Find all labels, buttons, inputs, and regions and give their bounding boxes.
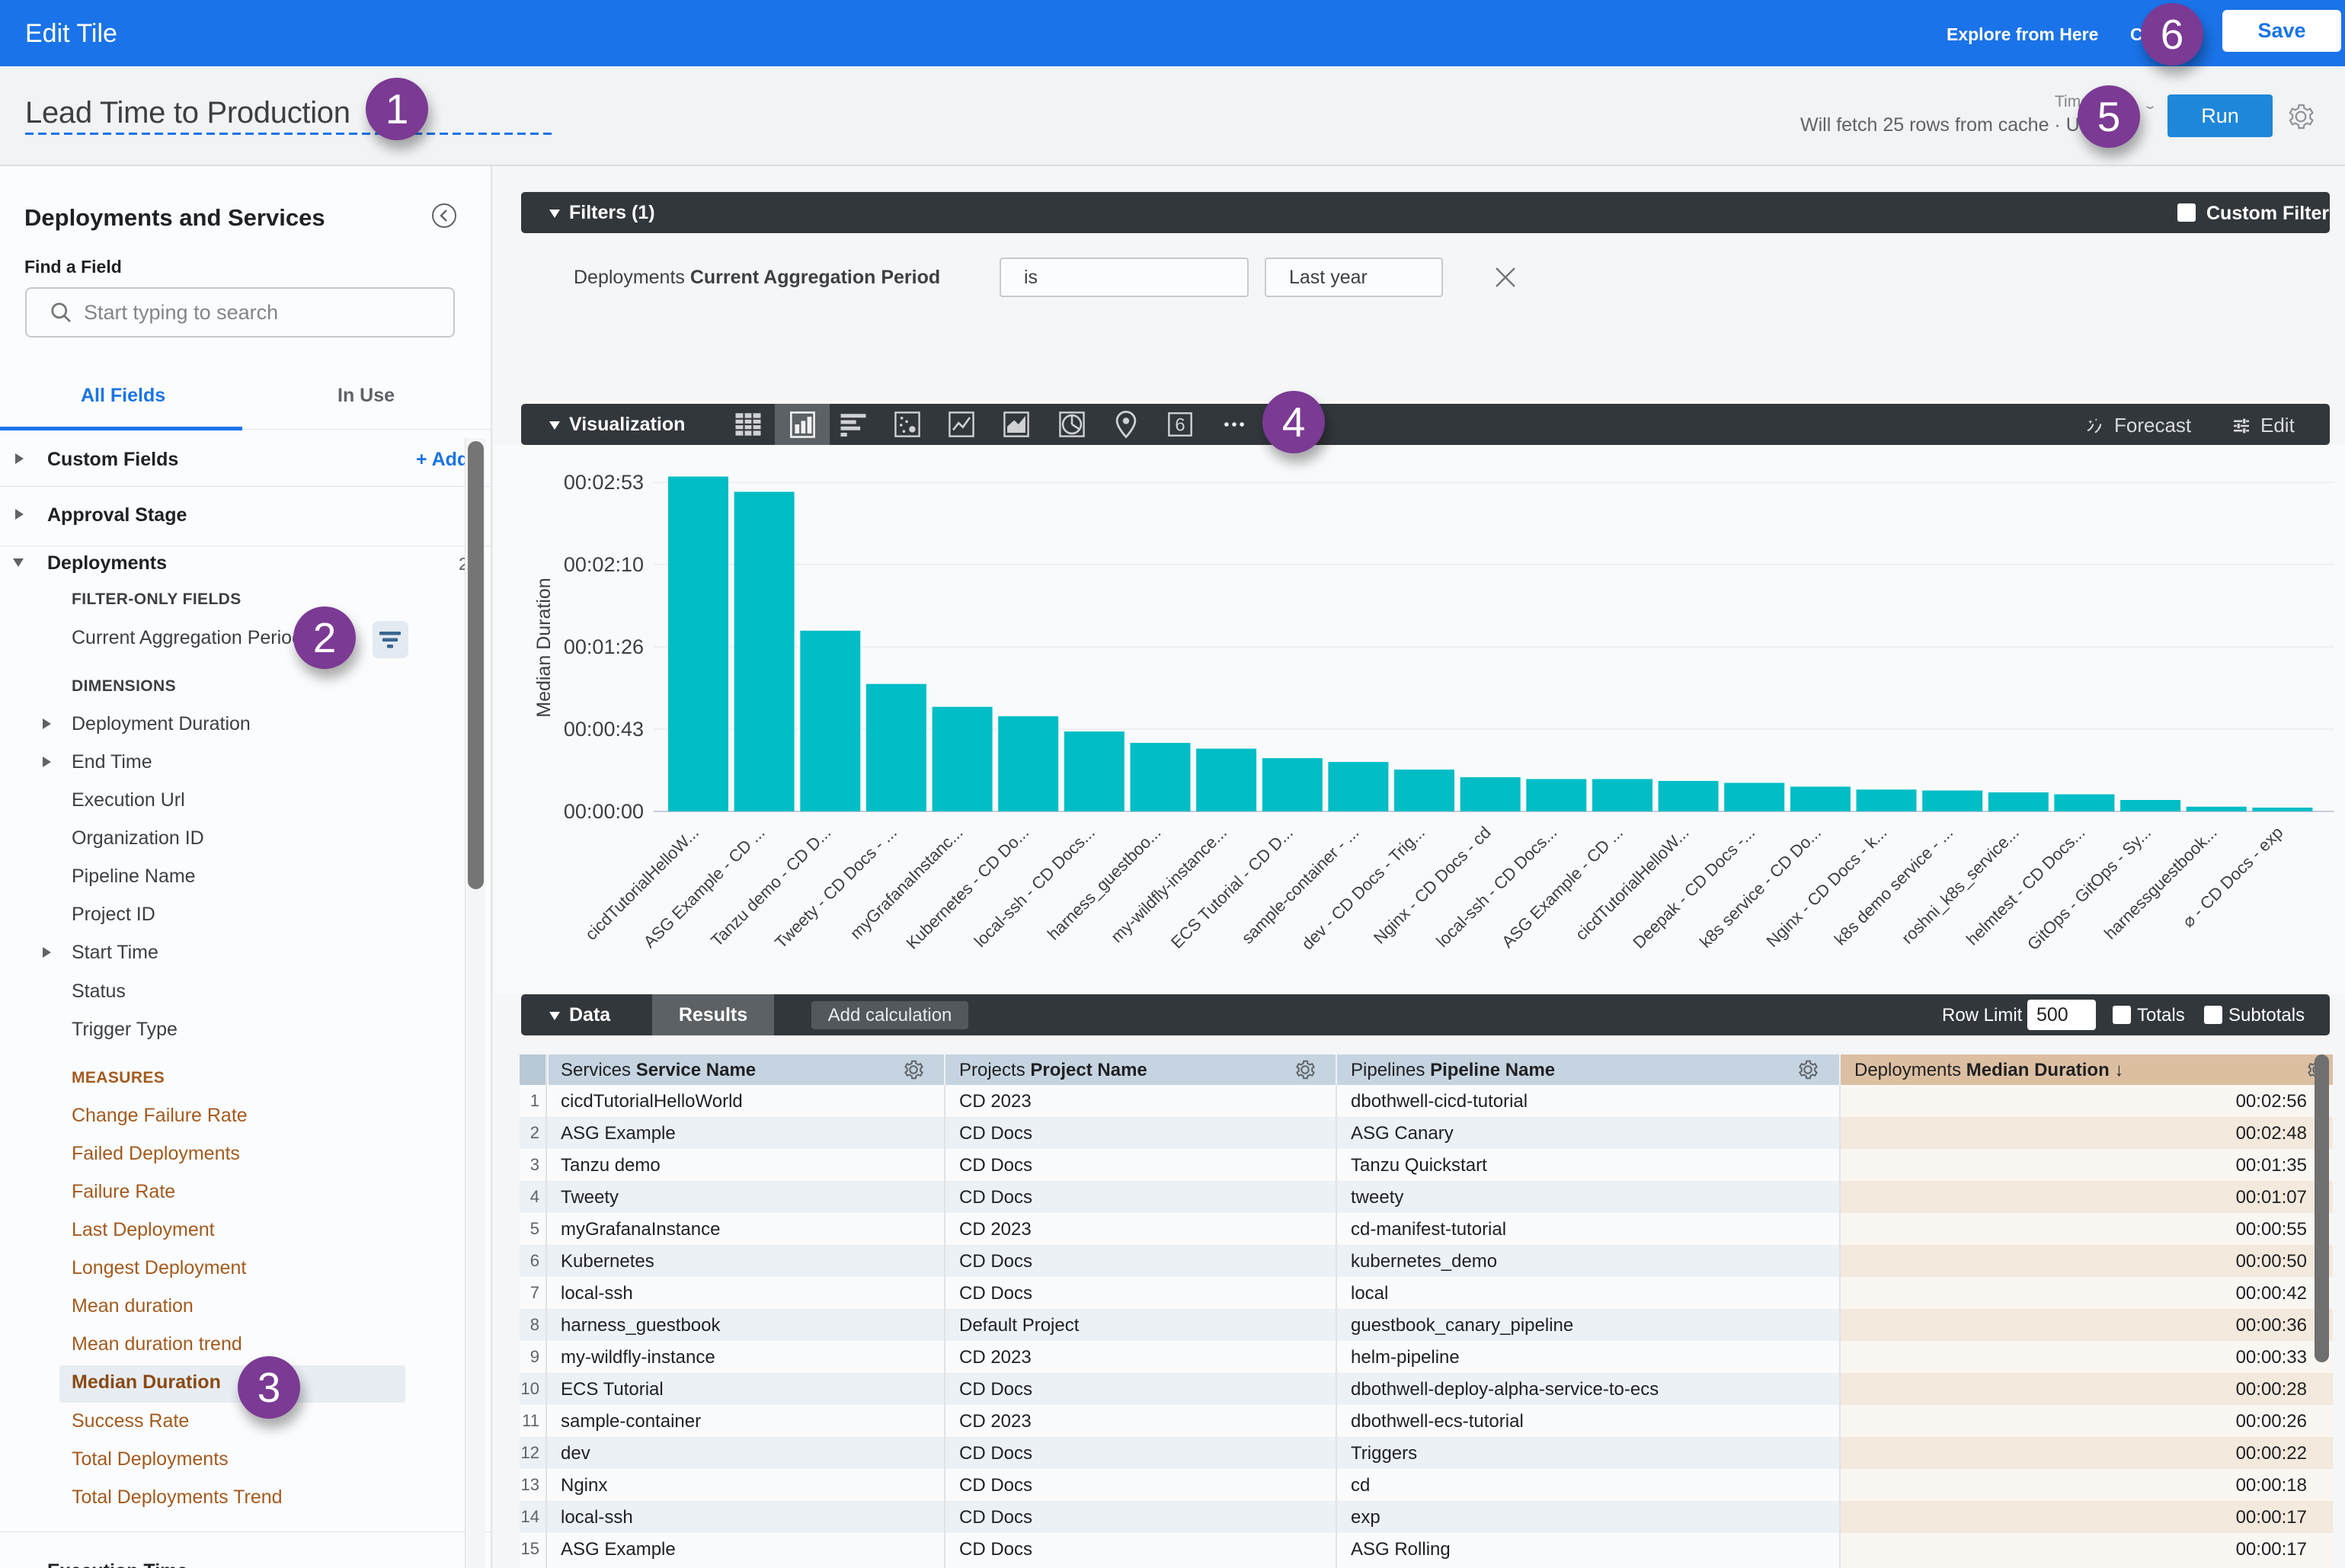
svg-text:00:00:43: 00:00:43 [564,718,644,741]
svg-text:Median Duration: Median Duration [533,578,555,717]
svg-text:00:02:10: 00:02:10 [564,553,644,576]
svg-text:00:01:26: 00:01:26 [564,635,644,658]
svg-text:00:02:53: 00:02:53 [564,471,644,494]
svg-text:00:00:00: 00:00:00 [564,800,644,823]
